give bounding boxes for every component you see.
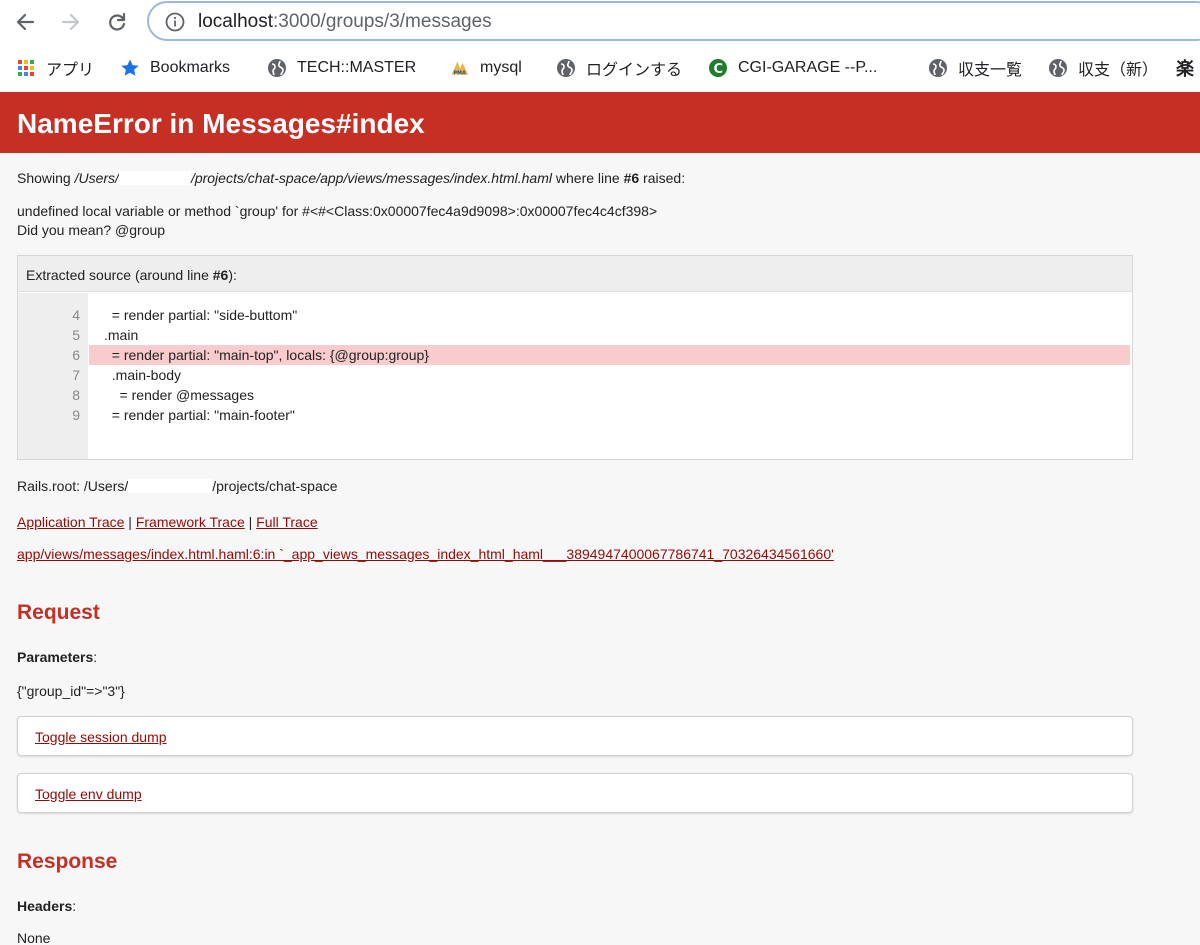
svg-text:PMA: PMA [453, 71, 466, 77]
bookmark-label: mysql [480, 59, 522, 76]
bookmarks-bar: アプリ Bookmarks TECH::MASTER PMA mysql ログイ… [0, 46, 1200, 92]
trace-links: Application Trace | Framework Trace | Fu… [17, 514, 318, 530]
bookmark-balance-list[interactable]: 収支一覧 [928, 57, 1022, 79]
bookmark-label: Bookmarks [150, 59, 231, 76]
globe-icon [928, 58, 948, 78]
extracted-source-header: Extracted source (around line #6): [18, 256, 1132, 292]
did-you-mean: Did you mean? @group [17, 222, 166, 238]
bookmark-login[interactable]: ログインする [556, 57, 682, 79]
apps-grid-icon [16, 58, 36, 78]
trace-separator: | [128, 514, 132, 530]
line-number: 5 [72, 327, 80, 343]
trace-list: app/views/messages/index.html.haml:6:in … [17, 546, 834, 562]
back-arrow-icon [16, 13, 35, 31]
parameters-value: {"group_id"=>"3"} [17, 683, 125, 699]
bookmark-apps[interactable]: アプリ [16, 57, 94, 79]
full-trace-link[interactable]: Full Trace [256, 514, 317, 530]
reload-button[interactable] [102, 7, 132, 37]
star-icon [120, 58, 140, 78]
url-text[interactable]: localhost:3000/groups/3/messages [198, 11, 492, 33]
error-header: NameError in Messages#index [0, 92, 1200, 153]
request-heading: Request [17, 601, 100, 624]
rakuten-icon: 楽 [1176, 59, 1194, 79]
extracted-source: Extracted source (around line #6): 4 5 6… [17, 255, 1133, 460]
line-number: 6 [72, 347, 80, 363]
application-trace-link[interactable]: Application Trace [17, 514, 124, 530]
line-number: 9 [72, 407, 80, 423]
framework-trace-link[interactable]: Framework Trace [136, 514, 245, 530]
forward-button[interactable] [56, 7, 86, 37]
toggle-env-dump-link[interactable]: Toggle env dump [35, 786, 142, 802]
browser-toolbar: localhost:3000/groups/3/messages [0, 0, 1200, 46]
headers-label: Headers: [17, 898, 77, 914]
line-number: 8 [72, 387, 80, 403]
code-line: .main [104, 327, 139, 343]
bookmark-label: CGI-GARAGE --P... [738, 59, 878, 76]
url-path: :3000/groups/3/messages [273, 11, 492, 32]
bookmark-rakuten[interactable]: 楽 [1176, 57, 1194, 79]
code-line: = render partial: "main-footer" [104, 407, 295, 423]
bookmark-label: 収支一覧 [958, 62, 1023, 79]
code-line: = render partial: "side-buttom" [104, 307, 298, 323]
line-number: 7 [72, 367, 80, 383]
template-path: /Users//projects/chat-space/app/views/me… [74, 170, 552, 186]
headers-value: None [17, 930, 51, 945]
code-line-highlighted: = render partial: "main-top", locals: {@… [89, 345, 1130, 365]
trace-separator: | [248, 514, 253, 530]
bookmark-balance-new[interactable]: 収支（新） [1048, 57, 1158, 79]
back-button[interactable] [10, 7, 40, 37]
showing-line: Showing /Users//projects/chat-space/app/… [17, 170, 686, 186]
code-line: .main-body [104, 367, 182, 383]
globe-icon [267, 58, 287, 78]
toggle-session-dump-link[interactable]: Toggle session dump [35, 729, 167, 745]
line-number-gutter: 4 5 6 7 8 9 [18, 293, 88, 459]
bookmark-label: アプリ [46, 62, 95, 79]
info-icon[interactable] [165, 12, 185, 32]
globe-icon [556, 58, 576, 78]
rails-root: Rails.root: /Users//projects/chat-space [17, 478, 338, 494]
phpmyadmin-icon: PMA [450, 58, 470, 78]
cgi-garage-icon: C [708, 58, 728, 78]
env-dump-box: Toggle env dump [17, 773, 1133, 813]
response-heading: Response [17, 850, 118, 873]
bookmark-techmaster[interactable]: TECH::MASTER [267, 57, 416, 79]
redacted-username [128, 479, 213, 493]
bookmark-cgi-garage[interactable]: C CGI-GARAGE --P... [708, 57, 877, 79]
globe-icon [1048, 58, 1068, 78]
bookmark-label: ログインする [586, 62, 683, 79]
url-host: localhost [198, 11, 273, 32]
trace-entry[interactable]: app/views/messages/index.html.haml:6:in … [17, 546, 834, 562]
error-message: undefined local variable or method `grou… [17, 203, 658, 219]
code-line: = render @messages [104, 387, 255, 403]
address-bar[interactable]: localhost:3000/groups/3/messages [147, 1, 1200, 41]
error-title: NameError in Messages#index [17, 108, 425, 139]
svg-text:C: C [714, 62, 724, 77]
bookmark-mysql[interactable]: PMA mysql [450, 57, 522, 79]
session-dump-box: Toggle session dump [17, 716, 1133, 756]
bookmark-label: TECH::MASTER [297, 59, 417, 76]
bookmark-label: 収支（新） [1078, 62, 1159, 79]
redacted-username [118, 171, 191, 185]
reload-icon [109, 12, 126, 31]
parameters-label: Parameters: [17, 649, 98, 665]
line-number: 4 [72, 307, 80, 323]
extracted-source-heading: Extracted source (around line #6): [26, 267, 237, 283]
bookmark-bookmarks[interactable]: Bookmarks [120, 57, 230, 79]
forward-arrow-icon [61, 13, 80, 31]
